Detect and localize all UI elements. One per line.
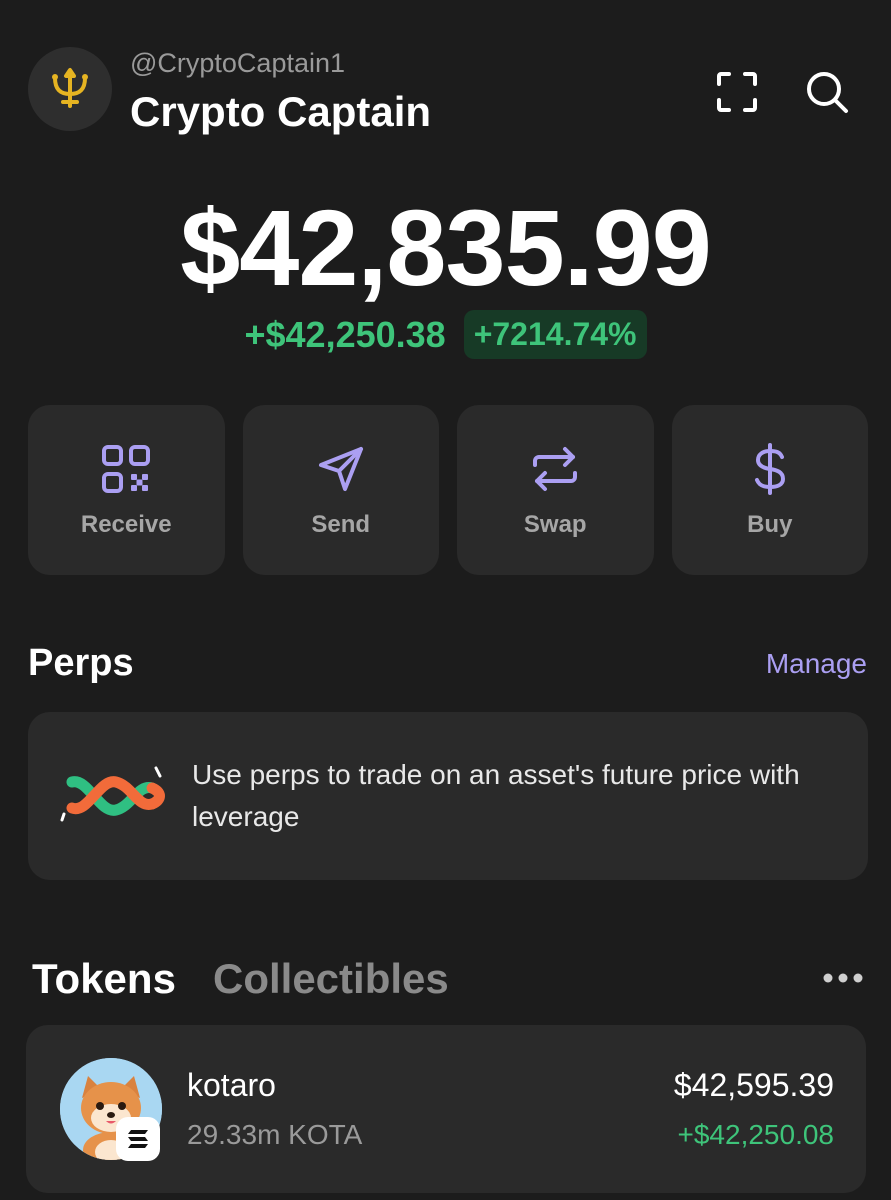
scan-button[interactable] <box>713 68 761 116</box>
account-name[interactable]: Crypto Captain <box>130 88 431 136</box>
account-avatar[interactable] <box>28 47 112 131</box>
solana-icon <box>128 1130 148 1148</box>
infinity-logo-icon <box>60 766 165 822</box>
tab-tokens[interactable]: Tokens <box>32 955 176 1003</box>
search-button[interactable] <box>803 68 851 116</box>
action-bar: Receive Send Swap Buy <box>28 405 868 575</box>
swap-label: Swap <box>523 511 587 538</box>
balance-change-amount: +$42,250.38 <box>244 313 446 355</box>
perps-description: Use perps to trade on an asset's future … <box>192 759 800 832</box>
perps-promo-card[interactable]: Use perps to trade on an asset's future … <box>28 712 868 880</box>
perps-title: Perps <box>28 642 134 684</box>
balance-change-percent: +7214.74% <box>463 310 647 359</box>
send-label: Send <box>311 511 371 538</box>
dollar-icon <box>754 443 785 495</box>
buy-button[interactable]: Buy <box>671 405 868 575</box>
wallet-home: @CryptoCaptain1 Crypto Captain $42,835.9… <box>0 0 891 1200</box>
token-row[interactable]: kotaro 29.33m KOTA $42,595.39 +$42,250.0… <box>26 1025 866 1193</box>
tab-collectibles[interactable]: Collectibles <box>213 955 449 1003</box>
more-icon[interactable] <box>820 968 866 988</box>
token-name: kotaro <box>187 1067 276 1103</box>
swap-button[interactable]: Swap <box>457 405 654 575</box>
receive-label: Receive <box>80 511 172 538</box>
receive-button[interactable]: Receive <box>28 405 225 575</box>
trident-icon <box>52 68 88 108</box>
token-amount: 29.33m KOTA <box>187 1119 363 1150</box>
qr-code-icon <box>102 445 151 493</box>
balance-change: +$42,250.38 +7214.74% <box>0 310 891 359</box>
perps-manage-link[interactable]: Manage <box>766 648 867 680</box>
total-balance: $42,835.99 <box>180 187 712 308</box>
chain-badge <box>116 1117 160 1161</box>
token-value: $42,595.39 <box>673 1067 834 1103</box>
search-icon <box>807 72 848 113</box>
token-change: +$42,250.08 <box>677 1119 835 1150</box>
scan-icon <box>717 72 757 112</box>
send-icon <box>318 447 363 491</box>
send-button[interactable]: Send <box>242 405 439 575</box>
swap-icon <box>533 447 578 491</box>
buy-label: Buy <box>747 511 793 538</box>
account-handle[interactable]: @CryptoCaptain1 <box>130 48 345 79</box>
